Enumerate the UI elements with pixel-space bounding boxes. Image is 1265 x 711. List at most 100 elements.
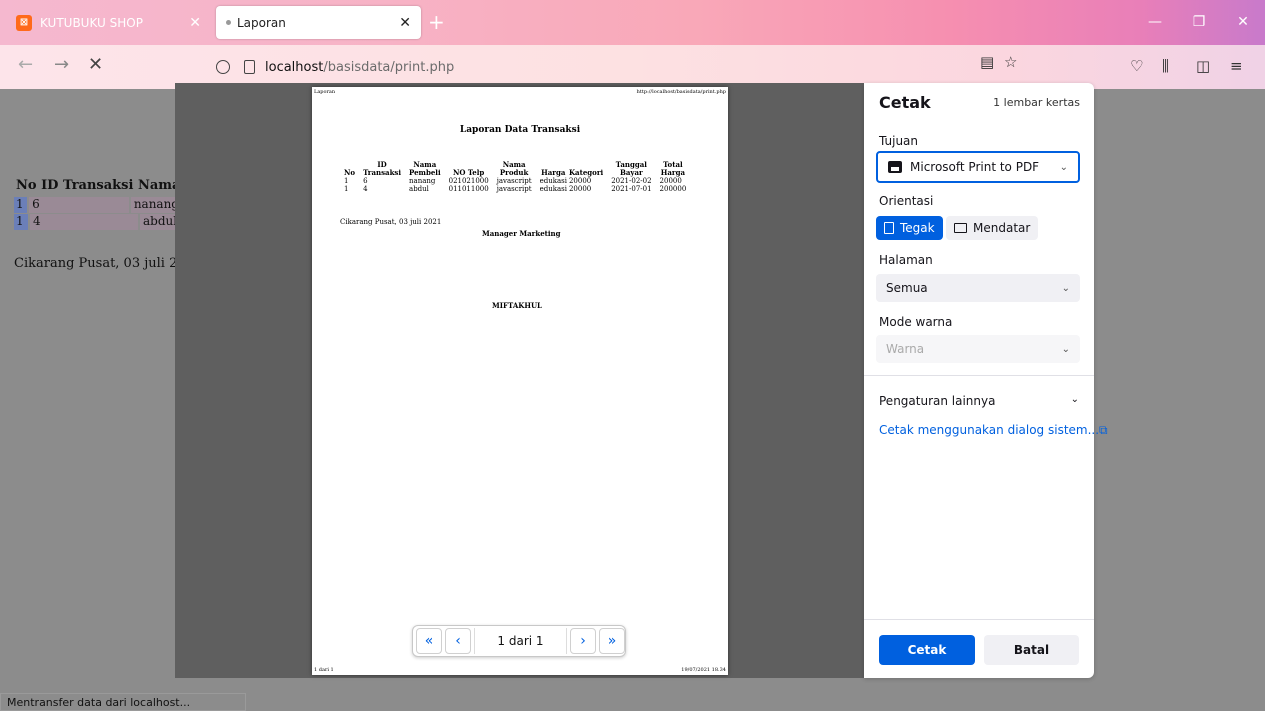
report-signer: MIFTAKHUL [492, 301, 542, 310]
color-mode-value: Warna [886, 342, 925, 356]
reader-view-icon[interactable]: ▤ [980, 53, 994, 71]
new-tab-plus-icon[interactable]: + [428, 12, 445, 32]
table-row: 1 6 nanang [14, 197, 179, 213]
printer-icon [888, 161, 902, 173]
column-header: NO Telp [452, 168, 485, 177]
report-title: Laporan Data Transaksi [459, 125, 581, 135]
tab-strip: ⊠ KUTUBUKU SHOP ✕ Laporan ✕ + — ❐ ✕ [0, 0, 1265, 45]
sidebar-icon[interactable]: ◫ [1196, 57, 1210, 75]
page-footer-right: 19/07/2021 18.34 [681, 667, 726, 673]
loading-dot-icon [226, 20, 231, 25]
divider [864, 619, 1094, 620]
page-header-left: Laporan [314, 89, 336, 95]
chevron-down-icon: ⌄ [1059, 161, 1068, 173]
color-mode-label: Mode warna [879, 315, 953, 329]
column-header: Tanggal Bayar [615, 160, 647, 177]
table-cell: 200000 [659, 185, 687, 193]
pages-select[interactable]: Semua ⌄ [876, 274, 1080, 302]
table-cell: 20000 [659, 177, 682, 185]
table-row: 1 4 abdul 011011000 javascript edukasi 2… [340, 185, 690, 193]
page-navigator: « ‹ 1 dari 1 › » [412, 625, 626, 657]
status-bar: Mentransfer data dari localhost... [0, 693, 246, 711]
table-cell: 20000 [568, 185, 592, 193]
first-page-icon[interactable]: « [416, 628, 442, 654]
tab-title: Laporan [237, 15, 286, 30]
cancel-button[interactable]: Batal [984, 635, 1079, 665]
more-settings-toggle[interactable]: Pengaturan lainnya ⌄ [879, 394, 1079, 408]
page-counter: 1 dari 1 [474, 628, 567, 654]
system-dialog-label: Cetak menggunakan dialog sistem... [879, 423, 1100, 437]
pocket-icon[interactable]: ♡ [1130, 57, 1143, 75]
back-arrow-icon[interactable]: ← [18, 55, 33, 75]
close-icon[interactable]: ✕ [399, 15, 411, 31]
minimize-icon[interactable]: — [1133, 6, 1177, 38]
system-dialog-link[interactable]: Cetak menggunakan dialog sistem... ⧉ [879, 423, 1108, 438]
external-link-icon: ⧉ [1099, 423, 1108, 437]
tab-title: KUTUBUKU SHOP [40, 15, 143, 30]
portrait-label: Tegak [900, 221, 935, 235]
table-cell: 011011000 [448, 185, 489, 193]
table-cell: javascript [496, 185, 532, 193]
column-header: ID Transaksi [363, 160, 402, 177]
destination-label: Tujuan [879, 134, 919, 148]
chevron-down-icon: ⌄ [1061, 343, 1070, 355]
preview-page: Laporan http://localhost/basisdata/print… [312, 87, 728, 675]
table-cell: 6 [363, 177, 368, 185]
table-cell: 1 [344, 177, 349, 185]
column-header: Harga [541, 168, 566, 177]
sheet-count: 1 lembar kertas [993, 96, 1080, 109]
bookmark-star-icon[interactable]: ☆ [1004, 53, 1017, 71]
print-settings-panel: Cetak 1 lembar kertas Tujuan Microsoft P… [864, 83, 1108, 678]
last-page-icon[interactable]: » [599, 628, 625, 654]
chevron-down-icon: ⌄ [1070, 394, 1079, 405]
restore-icon[interactable]: ❐ [1177, 6, 1221, 38]
destination-select[interactable]: Microsoft Print to PDF ⌄ [876, 151, 1080, 183]
address-bar[interactable]: localhost/basisdata/print.php [200, 51, 1030, 83]
stop-icon[interactable]: ✕ [88, 55, 103, 75]
xampp-icon: ⊠ [16, 14, 32, 31]
destination-value: Microsoft Print to PDF [910, 160, 1040, 174]
column-header: No [344, 168, 356, 177]
table-cell: 20000 [568, 177, 592, 185]
next-page-icon[interactable]: › [570, 628, 596, 654]
pages-value: Semua [886, 281, 928, 295]
table-row: 1 4 abdul [14, 214, 179, 230]
menu-icon[interactable]: ≡ [1230, 57, 1243, 75]
chevron-down-icon: ⌄ [1061, 282, 1070, 294]
table-cell: javascript [496, 177, 532, 185]
landscape-button[interactable]: Mendatar [946, 216, 1039, 240]
page-header-right: http://localhost/basisdata/print.php [636, 89, 726, 95]
table-cell: edukasi [539, 185, 567, 193]
color-mode-select: Warna ⌄ [876, 335, 1080, 363]
table-cell: 021021000 [448, 177, 489, 185]
report-position: Manager Marketing [482, 229, 561, 238]
page-info-icon[interactable] [244, 60, 255, 74]
column-header: Total Harga [660, 160, 686, 177]
table-cell: 1 [344, 185, 349, 193]
orientation-label: Orientasi [879, 194, 934, 208]
page-footer-left: 1 dari 1 [314, 667, 334, 673]
close-icon[interactable]: ✕ [189, 15, 201, 31]
landscape-page-icon [954, 223, 967, 233]
report-place-date: Cikarang Pusat, 03 juli 2021 [340, 218, 442, 226]
divider [864, 375, 1094, 376]
panel-title: Cetak [879, 93, 931, 112]
more-settings-label: Pengaturan lainnya [879, 394, 996, 408]
background-footer: Cikarang Pusat, 03 juli 202 [14, 256, 194, 271]
table-cell: nanang [409, 177, 436, 185]
landscape-label: Mendatar [973, 221, 1031, 235]
tab-laporan[interactable]: Laporan ✕ [216, 6, 421, 39]
print-button[interactable]: Cetak [879, 635, 975, 665]
column-header: Nama Produk [499, 160, 529, 177]
url-text[interactable]: localhost/basisdata/print.php [265, 60, 454, 75]
tab-kutubuku-shop[interactable]: ⊠ KUTUBUKU SHOP ✕ [6, 6, 211, 39]
table-row: 1 6 nanang 021021000 javascript edukasi … [340, 177, 690, 185]
previous-page-icon[interactable]: ‹ [445, 628, 471, 654]
portrait-button[interactable]: Tegak [876, 216, 943, 240]
forward-arrow-icon[interactable]: → [54, 55, 69, 75]
library-icon[interactable]: ⫼ [1162, 57, 1169, 75]
window-close-icon[interactable]: ✕ [1221, 6, 1265, 38]
column-header: Kategori [568, 168, 604, 177]
table-cell: edukasi [539, 177, 567, 185]
tracking-shield-icon[interactable] [216, 60, 230, 74]
